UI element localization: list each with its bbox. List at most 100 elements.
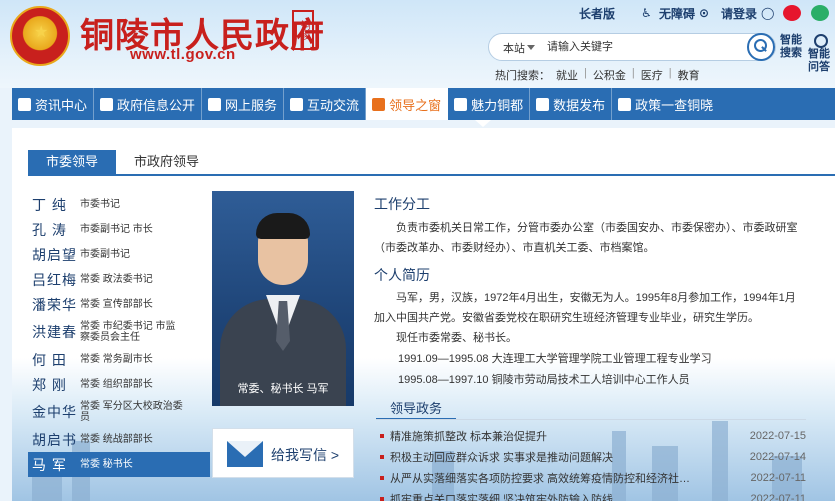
divider: | [584,67,587,79]
affairs-heading[interactable]: 领导政务 [376,398,457,420]
news-title: 从严从实落细落实各项防控要求 高效统筹疫情防控和经济社… [390,473,691,485]
search-input[interactable] [547,38,737,56]
national-emblem-icon: ★ [10,6,70,66]
leader-title: 常委 秘书长 [80,459,133,470]
divider: | [668,67,672,79]
chat-icon [290,97,304,111]
mail-icon [227,441,263,467]
leader-title: 市委副书记 市长 [80,224,153,235]
nav-item-charm[interactable]: 魅力铜都 [448,88,531,120]
hot-search-item[interactable]: 医疗 [641,67,663,83]
nav-label: 数据发布 [553,97,606,113]
divider: | [631,67,635,79]
nav-label: 政府信息公开 [117,97,196,113]
leader-title: 常委 统战部部长 [80,434,153,445]
search-scope-select[interactable]: 本站 [503,40,525,56]
nav-item-news[interactable]: 资讯中心 [12,88,95,120]
news-date: 2022-07-11 [750,493,806,501]
hot-search-item[interactable]: 公积金 [593,67,626,83]
leader-item[interactable]: 胡启望 市委副书记 [28,242,210,267]
leader-title: 常委 常务副市长 [80,354,153,365]
leader-item[interactable]: 胡启书 常委 统战部部长 [28,427,210,452]
leader-name: 金中华 [32,404,77,420]
book-open-icon [454,97,468,111]
hot-search: 热门搜索： 就业 | 公积金 | 医疗 | 教育 [495,67,706,83]
search-icon[interactable] [747,33,775,61]
news-title: 积极主动回应群众诉求 实事求是推动问题解决 [390,452,614,464]
nav-item-interaction[interactable]: 互动交流 [284,88,367,120]
leader-item[interactable]: 洪建春 常委 市纪委书记 市监察委员会主任 [28,317,210,347]
chevron-down-icon[interactable] [527,45,535,50]
question-icon [814,34,828,48]
elder-icon [619,6,633,20]
news-title: 抓牢重点关口落实落细 坚决筑牢外防输入防线 [390,494,614,501]
accessibility-icon: ♿ [640,6,652,20]
document-icon [100,97,114,111]
news-item[interactable]: 积极主动回应群众诉求 实事求是推动问题解决 2022-07-14 [380,447,806,467]
leader-item[interactable]: 丁 纯 市委书记 [28,192,210,217]
leader-name: 何 田 [32,351,67,368]
bullet-icon [380,497,384,501]
login-link[interactable]: 请登录 ◯ [721,5,775,22]
bio-text: 马军，男，汉族，1972年4月出生，安徽无为人。1995年8月参加工作，1994… [374,292,796,324]
login-label: 请登录 [720,6,757,21]
leader-item[interactable]: 郑 刚 常委 组织部部长 [28,372,210,397]
work-text: 负责市委机关日常工作，分管市委办公室（市委国安办、市委保密办）、市委政研室（市委… [374,222,798,254]
site-seal: 铜陵 [292,10,314,50]
leader-title: 市委书记 [80,199,120,210]
elder-version-link[interactable]: 长者版 [579,5,633,22]
leader-item[interactable]: 何 田 常委 常务副市长 [28,347,210,372]
search-doc-icon [618,97,632,111]
leader-item[interactable]: 吕红梅 常委 政法委书记 [28,267,210,292]
accessibility-label: 无障碍 [658,6,695,21]
leader-item[interactable]: 孔 涛 市委副书记 市长 [28,217,210,242]
hot-search-item[interactable]: 就业 [556,67,578,83]
resume-line: 1991.09—1995.08 大连理工大学管理学院工业管理工程专业学习 [398,353,712,365]
nav-item-online-service[interactable]: 网上服务 [202,88,285,120]
photo-caption: 常委、秘书长 马军 [237,383,329,395]
news-date: 2022-07-11 [750,472,806,484]
wechat-icon[interactable] [811,5,829,21]
smart-search-link[interactable]: 智能搜索 [780,34,806,60]
tab-government[interactable]: 市政府领导 [116,150,217,174]
write-letter-label: 给我写信 > [271,447,340,463]
leader-list: 丁 纯 市委书记 孔 涛 市委副书记 市长 胡启望 市委副书记 吕红梅 常委 政法委书记… [28,192,210,477]
leader-item[interactable]: 金中华 常委 军分区大校政治委员 [28,397,210,427]
photo-hair [256,213,310,239]
tab-party-committee[interactable]: 市委领导 [28,150,117,174]
leader-name: 胡启望 [32,246,77,263]
resume-line: 1995.08—1997.10 铜陵市劳动局技术工人培训中心工作人员 [398,374,690,386]
nav-item-data[interactable]: 数据发布 [530,88,613,120]
site-url[interactable]: www.tl.gov.cn [130,46,236,63]
bio-heading: 个人简历 [374,267,430,283]
leader-item[interactable]: 潘荣华 常委 宣传部部长 [28,292,210,317]
smart-qa-link[interactable]: 智能问答 [808,34,835,74]
leader-name: 吕红梅 [32,271,77,288]
write-letter-button[interactable]: 给我写信 > [212,428,354,478]
leader-icon [372,97,386,111]
leader-item-selected[interactable]: 马 军 常委 秘书长 [28,452,210,477]
nav-item-gov-info[interactable]: 政府信息公开 [94,88,203,120]
nav-item-leaders[interactable]: 领导之窗 [366,88,449,120]
news-date: 2022-07-15 [749,430,806,442]
user-icon: ◯ [761,6,775,20]
hot-search-item[interactable]: 教育 [678,67,700,83]
accessibility-link[interactable]: ♿ 无障碍 ⊙ [641,5,713,22]
news-item[interactable]: 精准施策抓整改 标本兼治促提升 2022-07-15 [380,426,806,446]
leader-name: 胡启书 [32,431,77,448]
divider [376,419,806,420]
leader-title: 市委副书记 [80,249,130,260]
current-post: 现任市委常委、秘书长。 [396,332,517,344]
news-date: 2022-07-14 [749,451,806,463]
leader-photo: 常委、秘书长 马军 [212,191,354,406]
news-item[interactable]: 从严从实落细落实各项防控要求 高效统筹疫情防控和经济社… 2022-07-11 [380,468,806,488]
weibo-icon[interactable] [783,5,801,21]
nav-label: 领导之窗 [389,97,442,113]
news-item[interactable]: 抓牢重点关口落实落细 坚决筑牢外防输入防线 2022-07-11 [380,489,806,501]
work-heading: 工作分工 [374,196,430,212]
nav-pointer [475,120,491,127]
site-header: ★ 铜陵市人民政府 铜陵 www.tl.gov.cn 长者版 ♿ 无障碍 ⊙ 请登录… [0,0,835,88]
nav-label: 资讯中心 [35,97,88,113]
nav-item-policy[interactable]: 政策一查铜晓 [612,88,719,120]
leader-title: 常委 政法委书记 [80,274,153,285]
